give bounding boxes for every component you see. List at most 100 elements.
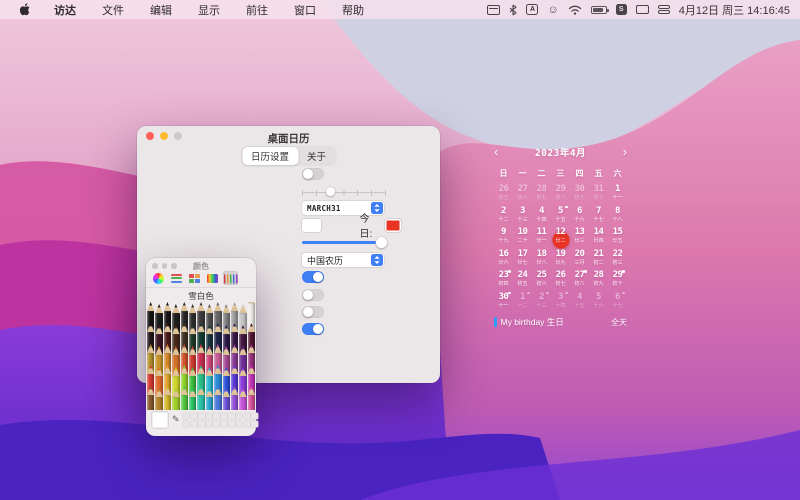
calendar-color-well[interactable] — [302, 219, 321, 232]
calendar-day[interactable]: 3十四 — [551, 292, 570, 314]
color-palette-icon[interactable] — [187, 271, 202, 285]
swatch-cell[interactable] — [198, 421, 204, 427]
calendar-day-today[interactable]: 12廿二 — [551, 227, 570, 249]
pencil-color[interactable] — [189, 388, 196, 410]
swatch-cell[interactable] — [221, 413, 227, 419]
calendar-day[interactable]: 10二十 — [513, 227, 532, 249]
menu-item[interactable]: 显示 — [185, 2, 233, 18]
current-color-well[interactable] — [152, 412, 168, 428]
pencil-color[interactable] — [239, 388, 246, 410]
calendar-day[interactable]: 19廿九 — [551, 249, 570, 271]
menu-bar-clock[interactable]: 4月12日 周三 14:16:45 — [679, 2, 790, 18]
menubar-icon-toggle[interactable] — [302, 323, 324, 335]
wifi-icon[interactable] — [568, 3, 582, 16]
calendar-day[interactable]: 27初八 — [570, 270, 589, 292]
calendar-day[interactable]: 15廿五 — [608, 227, 627, 249]
color-sliders-icon[interactable] — [169, 271, 184, 285]
calendar-day[interactable]: 14廿四 — [589, 227, 608, 249]
pencil-color[interactable] — [248, 386, 255, 410]
display-icon[interactable] — [636, 3, 649, 16]
calendar-day[interactable]: 22初三 — [608, 249, 627, 271]
calendar-day[interactable]: 6十七 — [608, 292, 627, 314]
calendar-day[interactable]: 5十六 — [589, 292, 608, 314]
menu-item[interactable]: 窗口 — [281, 2, 329, 18]
menu-item[interactable]: 访达 — [41, 2, 89, 18]
calendar-day[interactable]: 1十二 — [513, 292, 532, 314]
pencil-color[interactable] — [206, 388, 213, 410]
swatch-cell[interactable] — [183, 421, 189, 427]
calendar-icon[interactable] — [487, 3, 500, 16]
control-center-icon[interactable] — [658, 3, 670, 16]
today-color-well[interactable] — [385, 219, 401, 232]
input-source-icon[interactable]: A — [526, 3, 538, 16]
apple-menu-icon[interactable] — [20, 3, 31, 16]
swatch-cell[interactable] — [244, 413, 250, 419]
calendar-day[interactable]: 23初四 — [494, 270, 513, 292]
size-slider[interactable] — [302, 186, 386, 198]
swatch-cell[interactable] — [251, 413, 257, 419]
pencil-color[interactable] — [172, 388, 179, 410]
bluetooth-icon[interactable] — [509, 3, 517, 16]
swatch-cell[interactable] — [228, 421, 234, 427]
calendar-day[interactable]: 5十五 — [551, 206, 570, 228]
opacity-slider[interactable] — [302, 236, 386, 248]
show-events-toggle[interactable] — [302, 271, 324, 283]
battery-icon[interactable] — [591, 3, 607, 16]
calendar-day[interactable]: 13廿三 — [570, 227, 589, 249]
prev-month-button[interactable]: ‹ — [494, 147, 498, 157]
image-palette-icon[interactable] — [205, 271, 220, 285]
size-slider-thumb[interactable] — [326, 187, 335, 196]
ime-icon[interactable]: S — [616, 3, 627, 16]
pencil-color[interactable] — [155, 388, 162, 410]
calendar-day[interactable]: 20三月 — [570, 249, 589, 271]
launch-toggle[interactable] — [302, 168, 324, 180]
calendar-day[interactable]: 4十五 — [570, 292, 589, 314]
calendar-day[interactable]: 28初七 — [532, 184, 551, 206]
calendar-day[interactable]: 26初七 — [551, 270, 570, 292]
swatch-cell[interactable] — [228, 413, 234, 419]
calendar-day[interactable]: 29初八 — [551, 184, 570, 206]
opacity-slider-thumb[interactable] — [376, 237, 387, 248]
calendar-day[interactable]: 25初六 — [532, 270, 551, 292]
other-calendar-select[interactable]: 中国农历 — [302, 253, 384, 267]
swatch-cell[interactable] — [213, 421, 219, 427]
pencil-color[interactable] — [147, 386, 154, 410]
calendar-day[interactable]: 29初十 — [608, 270, 627, 292]
calendar-day[interactable]: 6十六 — [570, 206, 589, 228]
pencils-icon[interactable] — [223, 271, 238, 285]
calendar-day[interactable]: 3十三 — [513, 206, 532, 228]
swatch-cell[interactable] — [244, 421, 250, 427]
swatch-cell[interactable] — [198, 413, 204, 419]
menu-item[interactable]: 编辑 — [137, 2, 185, 18]
calendar-day[interactable]: 8十八 — [608, 206, 627, 228]
calendar-day[interactable]: 11廿一 — [532, 227, 551, 249]
calendar-day[interactable]: 21初二 — [589, 249, 608, 271]
swatch-cell[interactable] — [236, 413, 242, 419]
calendar-day[interactable]: 17廿七 — [513, 249, 532, 271]
pencil-color[interactable] — [214, 386, 221, 410]
swatch-cell[interactable] — [213, 413, 219, 419]
swatch-cell[interactable] — [191, 413, 197, 419]
calendar-day[interactable]: 31初十 — [589, 184, 608, 206]
calendar-day[interactable]: 7十七 — [589, 206, 608, 228]
calendar-day[interactable]: 2十三 — [532, 292, 551, 314]
pencil-color[interactable] — [223, 388, 230, 410]
pencil-color[interactable] — [164, 386, 171, 410]
calendar-day[interactable]: 16廿六 — [494, 249, 513, 271]
menu-item[interactable]: 文件 — [89, 2, 137, 18]
eyedropper-icon[interactable]: ✎ — [172, 414, 180, 425]
calendar-day[interactable]: 26初五 — [494, 184, 513, 206]
calendar-day[interactable]: 27初六 — [513, 184, 532, 206]
face-icon[interactable]: ☺ — [547, 3, 558, 16]
calendar-day[interactable]: 30初九 — [570, 184, 589, 206]
calendar-day[interactable]: 18廿八 — [532, 249, 551, 271]
event-row[interactable]: My birthday 生日 全天 — [494, 316, 627, 328]
calendar-day[interactable]: 1十一 — [608, 184, 627, 206]
swatch-cell[interactable] — [236, 421, 242, 427]
calendar-day[interactable]: 28初九 — [589, 270, 608, 292]
color-wheel-icon[interactable] — [151, 271, 166, 285]
swatch-cell[interactable] — [221, 421, 227, 427]
calendar-day[interactable]: 24初五 — [513, 270, 532, 292]
swatch-cell[interactable] — [206, 421, 212, 427]
calendar-day[interactable]: 2十二 — [494, 206, 513, 228]
